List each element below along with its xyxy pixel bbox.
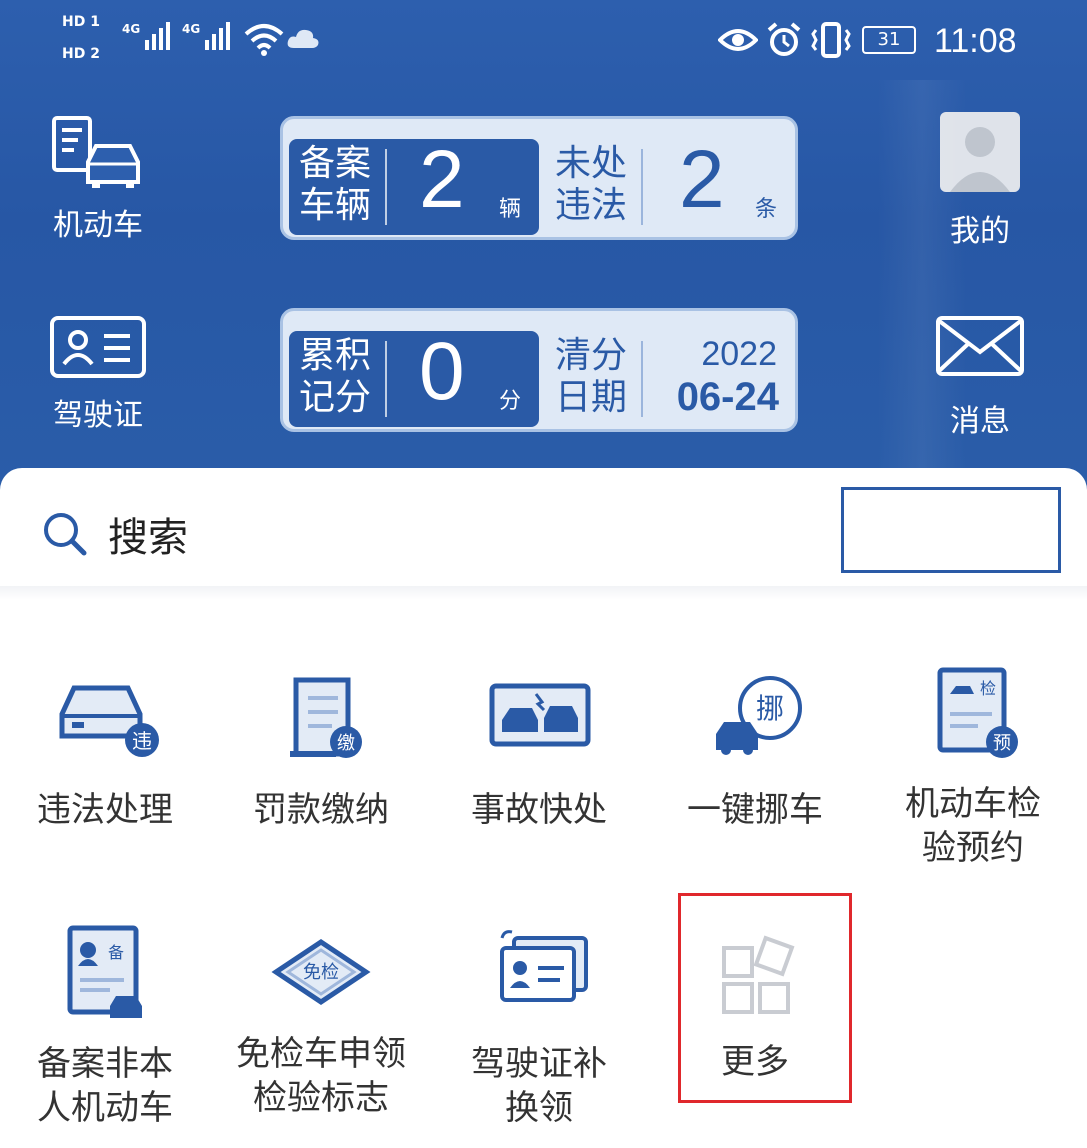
service-fine-payment[interactable]: 缴 罚款缴纳 bbox=[226, 668, 416, 832]
service-violation-handling-label: 违法处理 bbox=[37, 790, 173, 830]
clear-date-day: 06-24 bbox=[676, 375, 779, 419]
side-item-license-label: 驾驶证 bbox=[53, 398, 143, 433]
accident-icon bbox=[489, 683, 591, 747]
license-card-icon bbox=[50, 316, 146, 378]
cloud-icon bbox=[287, 29, 319, 48]
service-license-renewal-label: 驾驶证补 换领 bbox=[471, 1044, 607, 1128]
violation-car-icon: 违 bbox=[59, 685, 159, 757]
alarm-icon bbox=[767, 22, 801, 56]
registered-vehicles-unit: 辆 bbox=[499, 197, 522, 222]
service-register-others-vehicle[interactable]: 备 备案非本 人机动车 bbox=[10, 922, 200, 1130]
accumulated-points-unit: 分 bbox=[499, 389, 522, 414]
service-exempt-sticker-label: 免检车申领 检验标志 bbox=[236, 1034, 406, 1118]
svg-text:违: 违 bbox=[132, 729, 152, 753]
status-clock: 11:08 bbox=[934, 22, 1017, 60]
accumulated-points-label: 累积记分 bbox=[299, 335, 372, 418]
eye-icon bbox=[718, 29, 758, 51]
registered-vehicles-count: 2 bbox=[419, 134, 465, 225]
exempt-tag-icon: 免检 bbox=[271, 938, 371, 1006]
pending-violations-label: 未处违法 bbox=[555, 143, 628, 226]
move-car-icon: 挪 bbox=[716, 676, 802, 755]
avatar-icon bbox=[950, 127, 1010, 192]
inspection-icon: 检 预 bbox=[937, 667, 1018, 758]
service-accident-quick[interactable]: 事故快处 bbox=[444, 668, 634, 832]
service-accident-quick-label: 事故快处 bbox=[471, 790, 607, 830]
search-icon bbox=[44, 513, 87, 556]
service-violation-handling[interactable]: 违 违法处理 bbox=[10, 668, 200, 832]
battery-indicator: 31 bbox=[862, 26, 916, 54]
clear-date-label: 清分日期 bbox=[555, 335, 628, 418]
svg-text:缴: 缴 bbox=[337, 733, 355, 754]
fine-scroll-icon: 缴 bbox=[290, 677, 362, 758]
sim1-indicator: HD 1 bbox=[62, 14, 100, 30]
pending-violations-unit: 条 bbox=[755, 197, 778, 222]
side-item-vehicle-label: 机动车 bbox=[53, 208, 143, 243]
envelope-icon bbox=[936, 316, 1024, 376]
service-move-car[interactable]: 挪 一键挪车 bbox=[660, 668, 850, 832]
search-bar[interactable]: 搜索 bbox=[40, 505, 188, 563]
search-label: 搜索 bbox=[108, 515, 188, 561]
svg-text:免检: 免检 bbox=[303, 962, 339, 983]
my-profile-label: 我的 bbox=[950, 214, 1010, 249]
search-highlight-box[interactable] bbox=[841, 487, 1061, 573]
pending-violations-count: 2 bbox=[679, 134, 725, 225]
svg-text:预: 预 bbox=[993, 733, 1011, 754]
side-item-vehicle[interactable]: 机动车 bbox=[38, 112, 158, 244]
more-highlight-box bbox=[678, 893, 852, 1103]
svg-text:备: 备 bbox=[108, 943, 124, 962]
sim2-indicator: HD 2 bbox=[62, 46, 100, 62]
section-divider bbox=[0, 586, 1087, 600]
service-register-others-vehicle-label: 备案非本 人机动车 bbox=[37, 1044, 173, 1128]
avatar bbox=[940, 112, 1020, 192]
wifi-icon bbox=[244, 24, 284, 56]
registered-vehicles-label: 备案车辆 bbox=[299, 143, 372, 226]
signal-2-icon: 4G bbox=[182, 22, 231, 50]
registration-icon: 备 bbox=[67, 925, 142, 1018]
clear-date-year: 2022 bbox=[701, 335, 777, 373]
service-inspection-booking-label: 机动车检 验预约 bbox=[905, 784, 1041, 868]
messages-button[interactable]: 消息 bbox=[930, 314, 1030, 440]
vehicle-stats-panel[interactable]: 备案车辆 2 辆 未处违法 2 条 bbox=[280, 116, 798, 240]
license-renew-icon bbox=[500, 930, 588, 1002]
points-panel[interactable]: 累积记分 0 分 清分日期 2022 06-24 bbox=[280, 308, 798, 432]
service-fine-payment-label: 罚款缴纳 bbox=[253, 790, 389, 830]
svg-text:挪: 挪 bbox=[756, 692, 784, 725]
registered-vehicles-block[interactable]: 备案车辆 2 辆 bbox=[289, 134, 539, 235]
pending-violations-block[interactable]: 未处违法 2 条 bbox=[545, 134, 791, 235]
accumulated-points-value: 0 bbox=[419, 326, 465, 417]
clear-date-block[interactable]: 清分日期 2022 06-24 bbox=[545, 331, 791, 427]
header-banner: HD 1 HD 2 4G 4G 31 11:08 机动车 驾驶证 我的 消息 备… bbox=[0, 0, 1087, 490]
status-bar: HD 1 HD 2 4G 4G 31 11:08 bbox=[0, 0, 1087, 80]
signal-1-icon: 4G bbox=[122, 22, 171, 50]
service-move-car-label: 一键挪车 bbox=[687, 790, 823, 830]
vibrate-icon bbox=[811, 22, 851, 58]
side-item-license[interactable]: 驾驶证 bbox=[38, 312, 158, 434]
accumulated-points-block[interactable]: 累积记分 0 分 bbox=[289, 326, 539, 427]
my-profile-button[interactable]: 我的 bbox=[930, 112, 1030, 250]
service-inspection-booking[interactable]: 检 预 机动车检 验预约 bbox=[878, 662, 1068, 870]
svg-text:检: 检 bbox=[980, 679, 996, 698]
messages-label: 消息 bbox=[950, 404, 1010, 439]
car-document-icon bbox=[52, 116, 140, 188]
service-license-renewal[interactable]: 驾驶证补 换领 bbox=[444, 922, 634, 1130]
service-exempt-sticker[interactable]: 免检 免检车申领 检验标志 bbox=[226, 922, 416, 1120]
